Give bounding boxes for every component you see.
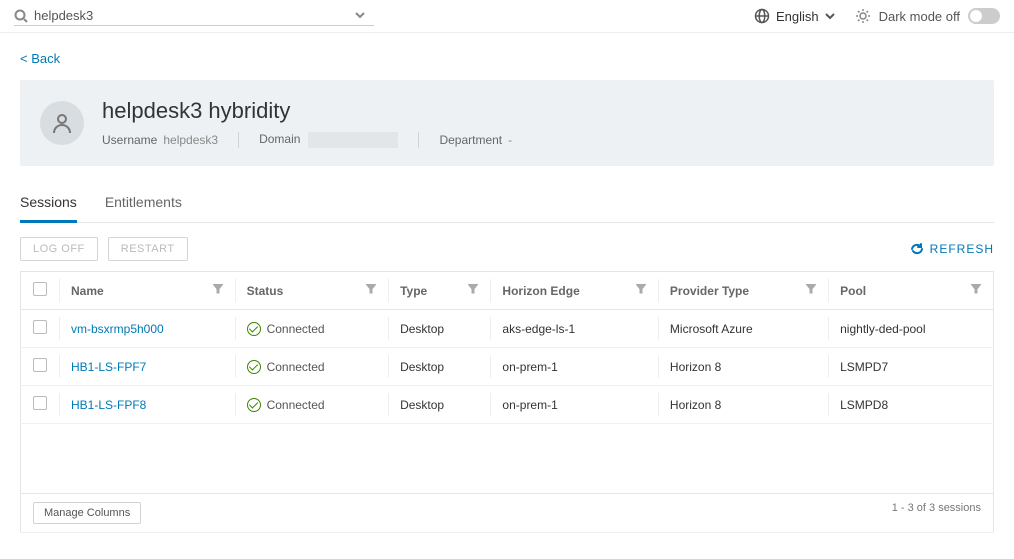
status-cell: Connected <box>247 322 377 336</box>
tab-entitlements[interactable]: Entitlements <box>105 188 182 222</box>
session-name-link[interactable]: HB1-LS-FPF8 <box>59 386 235 424</box>
username-label: Username <box>102 133 157 147</box>
search-icon <box>14 9 28 23</box>
pool-cell: LSMPD8 <box>828 386 993 424</box>
col-type: Type <box>400 284 427 298</box>
search-box[interactable] <box>14 6 374 26</box>
page-title: helpdesk3 hybridity <box>102 98 512 124</box>
row-checkbox[interactable] <box>33 358 47 372</box>
department-label: Department <box>439 133 502 147</box>
department-value: - <box>508 133 512 147</box>
filter-icon[interactable] <box>213 284 223 294</box>
col-name: Name <box>71 284 104 298</box>
col-pool: Pool <box>840 284 866 298</box>
search-input[interactable] <box>34 8 334 23</box>
edge-cell: aks-edge-ls-1 <box>490 310 658 348</box>
type-cell: Desktop <box>388 310 490 348</box>
filter-icon[interactable] <box>636 284 646 294</box>
status-ok-icon <box>247 322 261 336</box>
col-edge: Horizon Edge <box>502 284 579 298</box>
username-value: helpdesk3 <box>163 133 218 147</box>
chevron-down-icon[interactable] <box>354 9 368 23</box>
session-name-link[interactable]: HB1-LS-FPF7 <box>59 348 235 386</box>
table-row: HB1-LS-FPF7 Connected Desktopon-prem-1Hori… <box>21 348 994 386</box>
filter-icon[interactable] <box>971 284 981 294</box>
tab-sessions[interactable]: Sessions <box>20 188 77 223</box>
pool-cell: nightly-ded-pool <box>828 310 993 348</box>
domain-label: Domain <box>259 132 300 146</box>
filter-icon[interactable] <box>806 284 816 294</box>
provider-cell: Horizon 8 <box>658 386 828 424</box>
refresh-button[interactable]: REFRESH <box>910 242 994 256</box>
row-checkbox[interactable] <box>33 396 47 410</box>
language-selector[interactable]: English <box>754 8 835 24</box>
session-name-link[interactable]: vm-bsxrmp5h000 <box>59 310 235 348</box>
col-status: Status <box>247 284 284 298</box>
pool-cell: LSMPD7 <box>828 348 993 386</box>
type-cell: Desktop <box>388 386 490 424</box>
filter-icon[interactable] <box>468 284 478 294</box>
avatar <box>40 101 84 145</box>
edge-cell: on-prem-1 <box>490 348 658 386</box>
status-cell: Connected <box>247 360 377 374</box>
dark-mode-label: Dark mode off <box>879 9 960 24</box>
filter-icon[interactable] <box>366 284 376 294</box>
table-row: vm-bsxrmp5h000 Connected Desktopaks-edge-l… <box>21 310 994 348</box>
row-checkbox[interactable] <box>33 320 47 334</box>
status-ok-icon <box>247 360 261 374</box>
dark-mode-toggle[interactable] <box>968 8 1000 24</box>
chevron-down-icon <box>825 11 835 21</box>
language-label: English <box>776 9 819 24</box>
domain-value <box>308 132 398 148</box>
provider-cell: Horizon 8 <box>658 348 828 386</box>
status-ok-icon <box>247 398 261 412</box>
edge-cell: on-prem-1 <box>490 386 658 424</box>
row-count: 1 - 3 of 3 sessions <box>892 502 981 514</box>
type-cell: Desktop <box>388 348 490 386</box>
table-row: HB1-LS-FPF8 Connected Desktopon-prem-1Hori… <box>21 386 994 424</box>
profile-card: helpdesk3 hybridity Username helpdesk3 Do… <box>20 80 994 166</box>
manage-columns-button[interactable]: Manage Columns <box>33 502 141 524</box>
restart-button[interactable]: RESTART <box>108 237 188 261</box>
logoff-button[interactable]: LOG OFF <box>20 237 98 261</box>
sun-icon <box>855 8 871 24</box>
back-link[interactable]: < Back <box>20 51 60 66</box>
col-provider: Provider Type <box>670 284 749 298</box>
status-cell: Connected <box>247 398 377 412</box>
select-all-checkbox[interactable] <box>33 282 47 296</box>
globe-icon <box>754 8 770 24</box>
provider-cell: Microsoft Azure <box>658 310 828 348</box>
sessions-table: Name Status Type Horizon Edge Provider T… <box>20 271 994 533</box>
